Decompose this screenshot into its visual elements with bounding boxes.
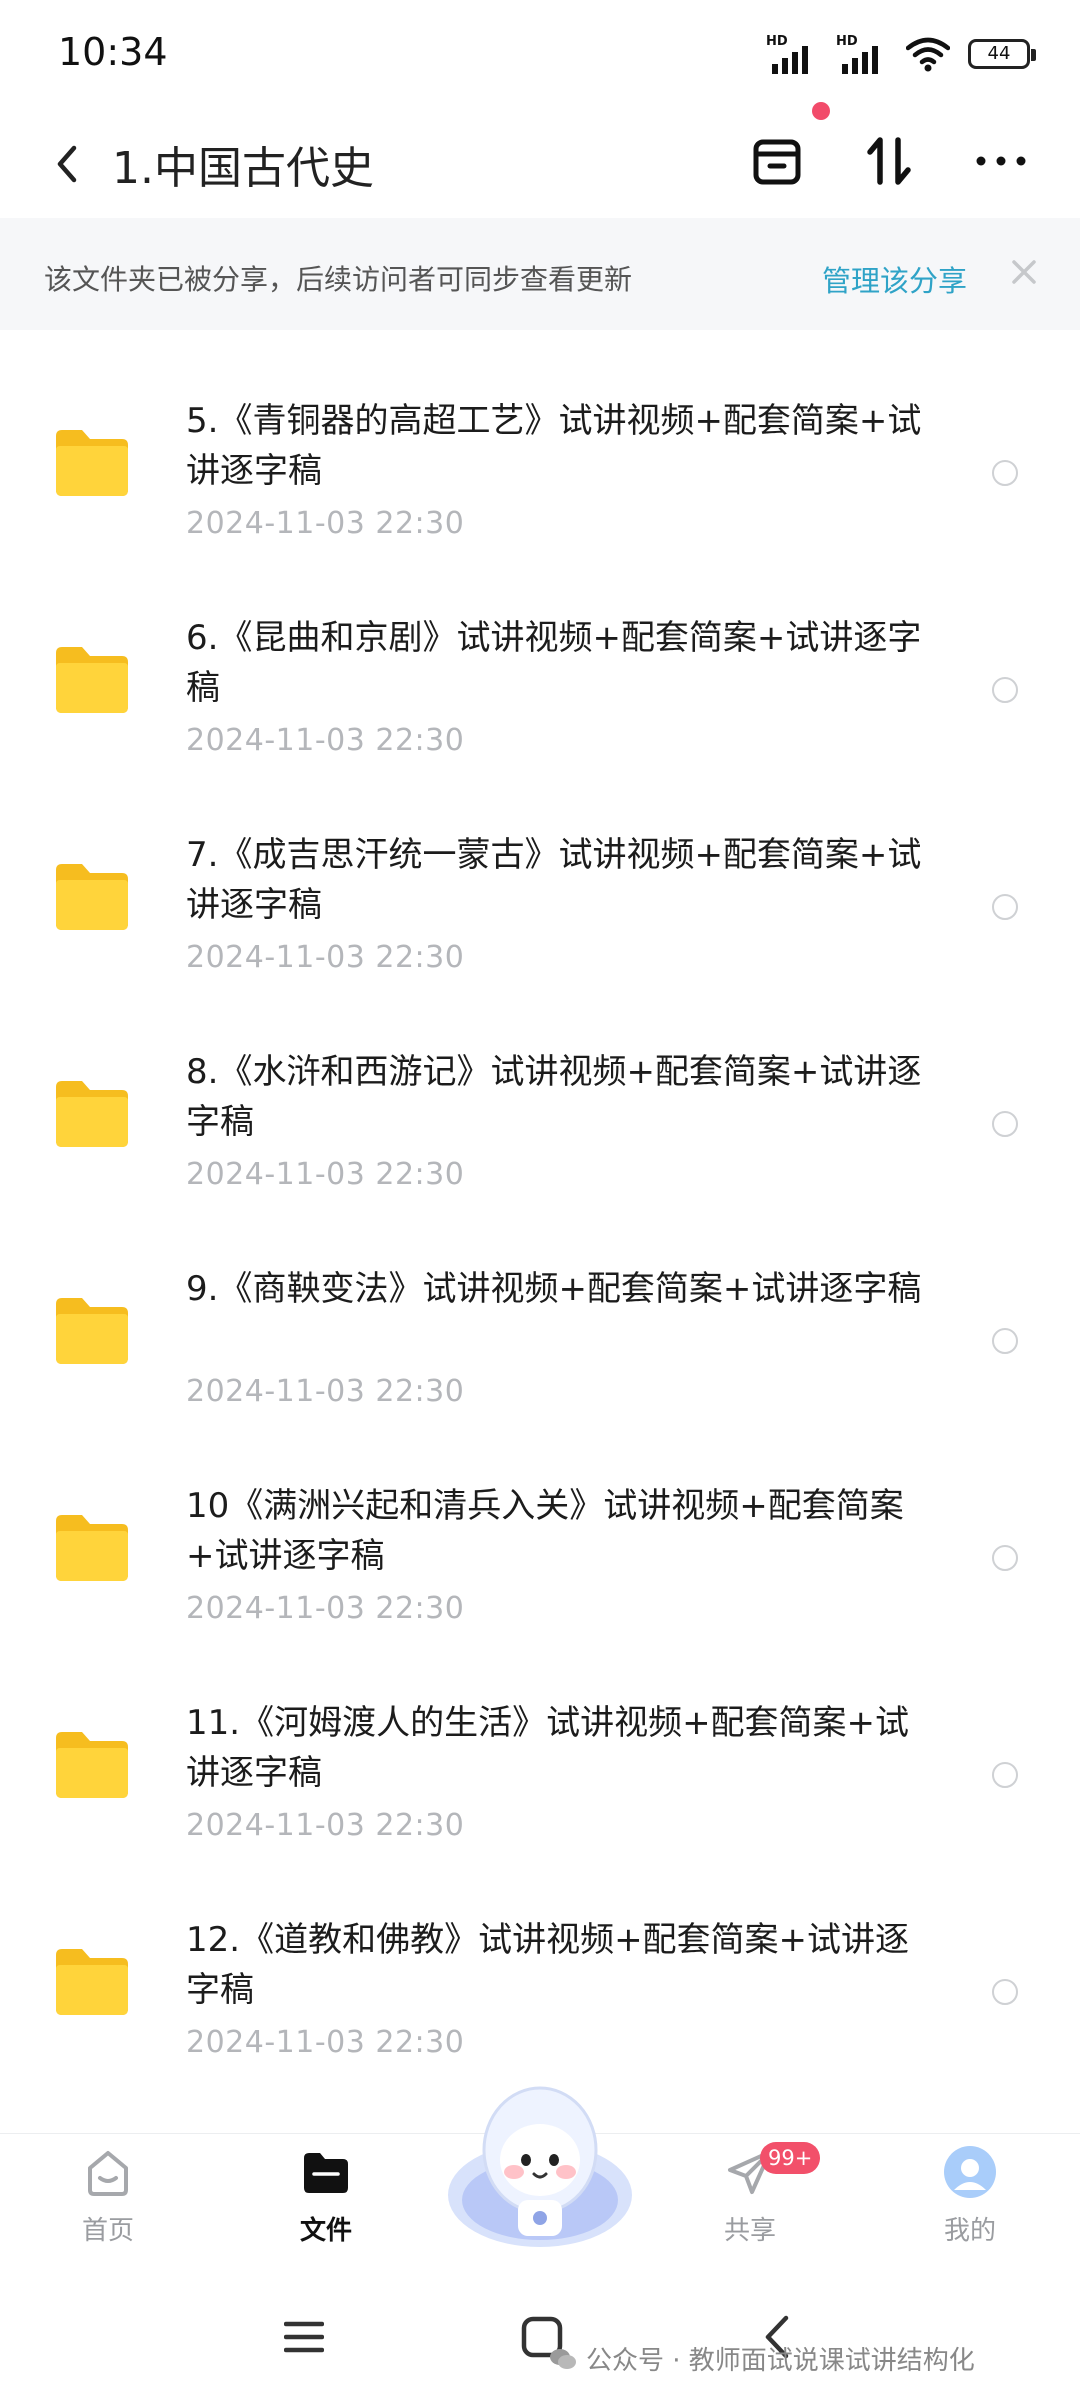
file-date: 2024-11-03 22:30 xyxy=(186,1157,465,1192)
file-date: 2024-11-03 22:30 xyxy=(186,723,465,758)
battery-icon: 44 xyxy=(968,39,1036,69)
manage-share-link[interactable]: 管理该分享 xyxy=(822,258,967,300)
list-item[interactable]: 11.《河姆渡人的生活》试讲视频+配套简案+试讲逐字稿 2024-11-03 2… xyxy=(0,1662,1080,1879)
file-name: 7.《成吉思汗统一蒙古》试讲视频+配套简案+试讲逐字稿 xyxy=(186,835,922,925)
notification-dot xyxy=(812,102,830,120)
share-banner: 该文件夹已被分享，后续访问者可同步查看更新 管理该分享 xyxy=(0,218,1080,330)
nav-mine[interactable]: 我的 xyxy=(900,2144,1040,2274)
folder-icon xyxy=(56,1515,128,1581)
nav-mine-label: 我的 xyxy=(943,2216,996,2246)
avatar xyxy=(944,2146,996,2198)
file-name: 9.《商鞅变法》试讲视频+配套简案+试讲逐字稿 xyxy=(186,1269,922,1309)
list-item[interactable]: 10《满洲兴起和清兵入关》试讲视频+配套简案+试讲逐字稿 2024-11-03 … xyxy=(0,1445,1080,1662)
folder-icon xyxy=(304,2153,348,2193)
watermark-text: 公众号 · 教师面试说课试讲结构化 xyxy=(586,2346,975,2376)
list-item[interactable]: 9.《商鞅变法》试讲视频+配套简案+试讲逐字稿 2024-11-03 22:30 xyxy=(0,1228,1080,1445)
nav-share[interactable]: 共享 99+ xyxy=(680,2142,821,2274)
select-radio[interactable] xyxy=(992,1111,1018,1137)
more-icon[interactable] xyxy=(966,126,1036,196)
file-date: 2024-11-03 22:30 xyxy=(186,1808,465,1843)
home-icon xyxy=(88,2151,128,2196)
archive-icon[interactable] xyxy=(742,126,812,196)
nav-home-label: 首页 xyxy=(81,2216,134,2246)
list-item[interactable]: 6.《昆曲和京剧》试讲视频+配套简案+试讲逐字稿 2024-11-03 22:3… xyxy=(0,577,1080,794)
folder-icon xyxy=(56,430,128,496)
select-radio[interactable] xyxy=(992,1545,1018,1571)
list-item[interactable]: 8.《水浒和西游记》试讲视频+配套简案+试讲逐字稿 2024-11-03 22:… xyxy=(0,1011,1080,1228)
select-radio[interactable] xyxy=(992,1762,1018,1788)
close-icon[interactable] xyxy=(1006,254,1042,290)
select-radio[interactable] xyxy=(992,460,1018,486)
sort-icon[interactable] xyxy=(854,126,924,196)
menu-icon[interactable] xyxy=(284,2312,324,2362)
select-radio[interactable] xyxy=(992,1328,1018,1354)
file-date: 2024-11-03 22:30 xyxy=(186,506,465,541)
file-name: 10《满洲兴起和清兵入关》试讲视频+配套简案+试讲逐字稿 xyxy=(186,1486,904,1576)
wechat-icon xyxy=(550,2348,576,2369)
file-name: 6.《昆曲和京剧》试讲视频+配套简案+试讲逐字稿 xyxy=(186,618,922,708)
cell-signal-icon: HD xyxy=(836,34,888,74)
nav-files[interactable]: 文件 xyxy=(256,2144,396,2274)
folder-icon xyxy=(56,1732,128,1798)
file-date: 2024-11-03 22:30 xyxy=(186,940,465,975)
select-radio[interactable] xyxy=(992,677,1018,703)
folder-icon xyxy=(56,1081,128,1147)
status-icons: HD HD 44 xyxy=(766,30,1036,78)
file-date: 2024-11-03 22:30 xyxy=(186,1591,465,1626)
cell-signal-icon: HD xyxy=(766,34,818,74)
watermark: 公众号 · 教师面试说课试讲结构化 xyxy=(548,2340,975,2377)
list-item[interactable]: 5.《青铜器的高超工艺》试讲视频+配套简案+试讲逐字稿 2024-11-03 2… xyxy=(0,360,1080,577)
file-name: 11.《河姆渡人的生活》试讲视频+配套简案+试讲逐字稿 xyxy=(186,1703,910,1793)
select-radio[interactable] xyxy=(992,1979,1018,2005)
nav-share-label: 共享 xyxy=(723,2216,776,2246)
top-app-bar: 1.中国古代史 xyxy=(0,110,1080,220)
select-radio[interactable] xyxy=(992,894,1018,920)
folder-icon xyxy=(56,1949,128,2015)
back-icon[interactable] xyxy=(46,136,86,192)
nav-home[interactable]: 首页 xyxy=(38,2144,178,2274)
page-title: 1.中国古代史 xyxy=(112,143,374,194)
folder-icon xyxy=(56,647,128,713)
file-name: 8.《水浒和西游记》试讲视频+配套简案+试讲逐字稿 xyxy=(186,1052,922,1142)
share-count-badge: 99+ xyxy=(760,2142,821,2174)
nav-files-label: 文件 xyxy=(299,2216,352,2246)
list-item[interactable]: 12.《道教和佛教》试讲视频+配套简案+试讲逐字稿 2024-11-03 22:… xyxy=(0,1879,1080,2096)
folder-icon xyxy=(56,864,128,930)
wifi-icon xyxy=(906,37,950,72)
status-bar: 10:34 HD HD 44 xyxy=(0,0,1080,100)
file-date: 2024-11-03 22:30 xyxy=(186,1374,465,1409)
status-time: 10:34 xyxy=(58,30,168,74)
file-name: 5.《青铜器的高超工艺》试讲视频+配套简案+试讲逐字稿 xyxy=(186,401,922,491)
list-item[interactable]: 7.《成吉思汗统一蒙古》试讲视频+配套简案+试讲逐字稿 2024-11-03 2… xyxy=(0,794,1080,1011)
mascot-assistant-button[interactable] xyxy=(440,2080,640,2250)
folder-icon xyxy=(56,1298,128,1364)
share-banner-text: 该文件夹已被分享，后续访问者可同步查看更新 xyxy=(44,263,633,296)
file-date: 2024-11-03 22:30 xyxy=(186,2025,465,2060)
file-name: 12.《道教和佛教》试讲视频+配套简案+试讲逐字稿 xyxy=(186,1920,910,2010)
